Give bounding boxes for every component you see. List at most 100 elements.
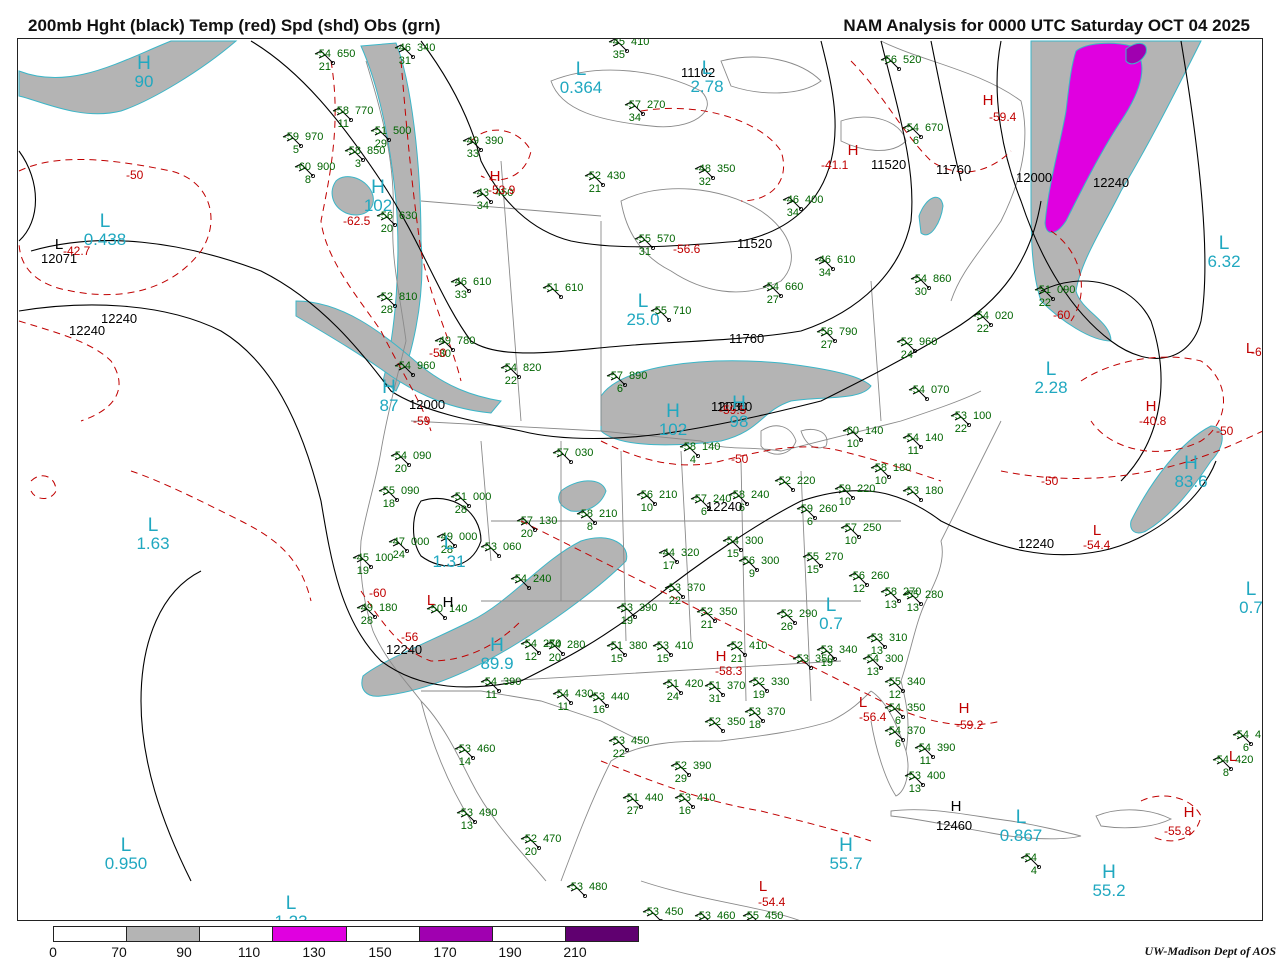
station-plot: -49 390 33 bbox=[462, 135, 503, 160]
pressure-center: L0.7 bbox=[1239, 579, 1262, 617]
obs-dewpoint-depression: 27 bbox=[767, 294, 779, 306]
temperature-label: -60 bbox=[1053, 308, 1071, 322]
obs-height: 450 bbox=[765, 910, 783, 921]
map-panel[interactable]: -54 650 21 -46 340 31 -45 410 35 -58 770 11 -51 500 29… bbox=[17, 38, 1263, 921]
obs-temperature: -53 bbox=[653, 640, 669, 652]
obs-height: 460 bbox=[717, 910, 735, 921]
obs-dewpoint-depression: 18 bbox=[749, 719, 761, 731]
temperature-label: -58.3 bbox=[715, 664, 743, 678]
center-value: 90 bbox=[135, 72, 154, 91]
obs-height: 470 bbox=[543, 833, 561, 845]
center-letter: L bbox=[427, 592, 435, 609]
station-plot: -54 43011 bbox=[552, 688, 593, 713]
obs-height: 780 bbox=[457, 335, 475, 347]
center-letter: H bbox=[983, 92, 994, 109]
center-letter: L bbox=[55, 236, 63, 253]
obs-height: 280 bbox=[925, 589, 943, 601]
obs-height: 280 bbox=[567, 639, 585, 651]
legend-segment bbox=[492, 927, 566, 941]
obs-temperature: -53 bbox=[617, 602, 633, 614]
obs-height: 960 bbox=[417, 360, 435, 372]
obs-dewpoint-depression: 10 bbox=[845, 535, 857, 547]
obs-height: 770 bbox=[355, 105, 373, 117]
center-value: 0.364 bbox=[560, 78, 603, 97]
obs-temperature: -57 bbox=[607, 370, 623, 382]
obs-dewpoint-depression: 8 bbox=[305, 174, 311, 186]
obs-temperature: -43 bbox=[473, 187, 489, 199]
center-letter: L bbox=[100, 211, 111, 232]
obs-height: 660 bbox=[785, 281, 803, 293]
obs-height: 960 bbox=[919, 336, 937, 348]
obs-temperature: -57 bbox=[841, 522, 857, 534]
obs-height: 610 bbox=[837, 254, 855, 266]
obs-height: 370 bbox=[687, 582, 705, 594]
station-plot: -48 350 32 bbox=[694, 163, 735, 188]
obs-height: 140 bbox=[865, 425, 883, 437]
station-plot: -52 470 20 bbox=[520, 833, 561, 858]
center-letter: L bbox=[1093, 522, 1101, 539]
obs-temperature: -54 bbox=[903, 122, 919, 134]
obs-dewpoint-depression: 6 bbox=[895, 738, 901, 750]
center-value: 0.950 bbox=[105, 854, 148, 873]
obs-temperature: -58 bbox=[333, 105, 349, 117]
obs-height: 180 bbox=[925, 485, 943, 497]
obs-dewpoint-depression: 33 bbox=[467, 148, 479, 160]
obs-height: 220 bbox=[857, 483, 875, 495]
temp-contour-atlantic-2 bbox=[1000, 430, 1262, 479]
station-plot: -53 460 14 bbox=[454, 743, 495, 768]
center-letter: H bbox=[137, 53, 151, 74]
pressure-center: H bbox=[716, 648, 727, 665]
map-canvas: -54 65021-46 34031-45 41035-58 77011-51 50029… bbox=[18, 39, 1262, 921]
obs-temperature: -57 bbox=[691, 493, 707, 505]
center-letter: H bbox=[666, 401, 680, 422]
obs-dewpoint-depression: 19 bbox=[753, 689, 765, 701]
station-plot: -54 140 11 bbox=[902, 432, 943, 457]
obs-temperature: -59 bbox=[283, 131, 299, 143]
obs-height: 240 bbox=[533, 573, 551, 585]
obs-temperature: -58 bbox=[871, 462, 887, 474]
obs-dewpoint-depression: 21 bbox=[701, 619, 713, 631]
station-plot: -544 bbox=[1020, 852, 1042, 877]
obs-height: 440 bbox=[611, 691, 629, 703]
station-plot: -53 100 22 bbox=[950, 410, 991, 435]
height-label: 11520 bbox=[871, 157, 906, 172]
station-plot: -54 090 20 bbox=[390, 450, 431, 475]
obs-temperature: -52 bbox=[585, 170, 601, 182]
height-label: 11760 bbox=[936, 162, 971, 177]
obs-temperature: -52 bbox=[377, 291, 393, 303]
station-plot: -59 220 10 bbox=[834, 483, 875, 508]
station-plot: -52 290 26 bbox=[776, 608, 817, 633]
obs-temperature: -54 bbox=[521, 638, 537, 650]
obs-height: 240 bbox=[751, 489, 769, 501]
obs-temperature: -52 bbox=[697, 606, 713, 618]
temperature-label: -50 bbox=[429, 346, 447, 360]
station-plot: -58 210 8 bbox=[576, 508, 617, 533]
center-letter: L bbox=[759, 878, 767, 895]
obs-dewpoint-depression: 32 bbox=[699, 176, 711, 188]
obs-dewpoint-depression: 22 bbox=[977, 323, 989, 335]
obs-dewpoint-depression: 21 bbox=[319, 61, 331, 73]
temperature-label: -56.6 bbox=[673, 242, 701, 256]
station-plot: -53 060 bbox=[480, 541, 521, 559]
obs-temperature: -54 bbox=[909, 384, 925, 396]
center-letter: H bbox=[443, 594, 454, 611]
legend-label: 150 bbox=[368, 944, 392, 960]
temp-contour-south bbox=[600, 760, 872, 842]
station-plot: -53 410 15 bbox=[652, 640, 693, 665]
center-value: 6.32 bbox=[1207, 252, 1240, 271]
obs-dewpoint-depression: 10 bbox=[839, 496, 851, 508]
center-letter: L bbox=[1016, 807, 1027, 828]
temperature-label: -50 bbox=[1216, 424, 1234, 438]
obs-height: 070 bbox=[931, 384, 949, 396]
obs-height: 460 bbox=[477, 743, 495, 755]
obs-height: 270 bbox=[825, 551, 843, 563]
center-letter: L bbox=[859, 694, 867, 711]
obs-temperature: -52 bbox=[749, 676, 765, 688]
temperature-label: -41.1 bbox=[821, 158, 849, 172]
obs-height: 350 bbox=[717, 163, 735, 175]
obs-dewpoint-depression: 19 bbox=[357, 565, 369, 577]
obs-height: 400 bbox=[927, 770, 945, 782]
obs-dewpoint-depression: 11 bbox=[920, 755, 931, 767]
station-plot: -55 270 15 bbox=[802, 551, 843, 576]
obs-height: 440 bbox=[645, 792, 663, 804]
